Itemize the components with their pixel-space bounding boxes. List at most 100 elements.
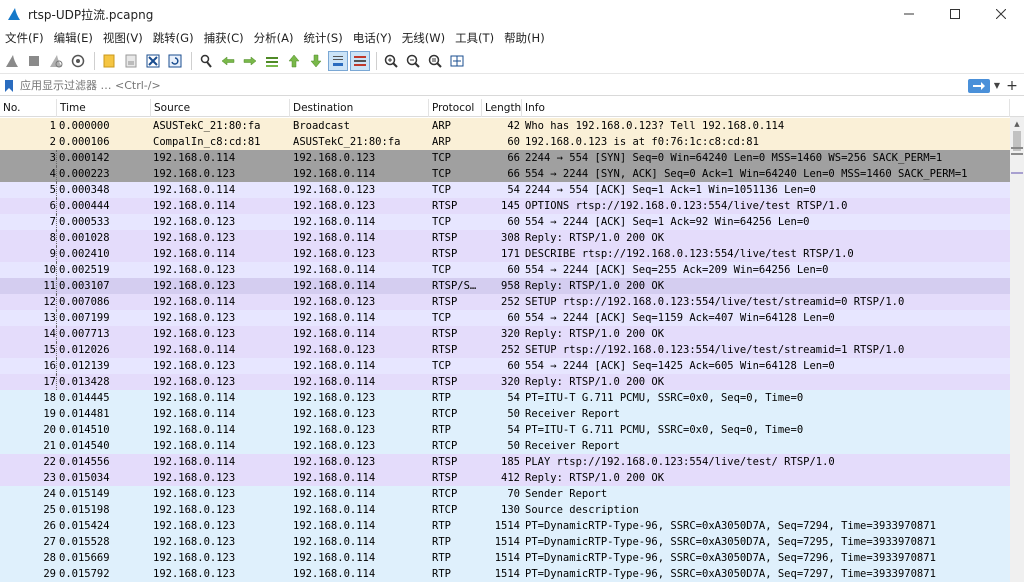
packet-number-cell: 13 <box>43 312 56 324</box>
packet-time-cell: 0.014510 <box>59 424 110 436</box>
packet-row[interactable]: 25 0.015198 192.168.0.123 192.168.0.114 RTCP… <box>0 502 1010 518</box>
capture-options-button[interactable] <box>68 51 88 71</box>
minimize-button[interactable] <box>886 0 932 28</box>
zoom-in-button[interactable] <box>381 51 401 71</box>
colorize-button[interactable] <box>350 50 370 71</box>
packet-row[interactable]: 12 0.007086 192.168.0.114 192.168.0.123 RTSP… <box>0 294 1010 310</box>
vertical-scrollbar[interactable]: ▲ <box>1010 117 1024 582</box>
packet-row[interactable]: 2 0.000106 CompalIn_c8:cd:81 ASUSTekC_21:80… <box>0 134 1010 150</box>
related-packet-line <box>56 278 57 294</box>
start-capture-button[interactable] <box>2 51 22 71</box>
packet-row[interactable]: 9 0.002410 192.168.0.114 192.168.0.123 RTSP 1… <box>0 246 1010 262</box>
restart-fin-icon <box>50 54 63 67</box>
menu-analyze[interactable]: 分析(A) <box>251 28 301 48</box>
add-filter-button[interactable]: + <box>1004 77 1020 95</box>
resize-columns-button[interactable] <box>447 51 467 71</box>
column-header-source[interactable]: Source <box>151 99 290 117</box>
window-title: rtsp-UDP拉流.pcapng <box>28 7 154 22</box>
packet-row[interactable]: 29 0.015792 192.168.0.123 192.168.0.114 RTP 1… <box>0 566 1010 582</box>
find-packet-icon <box>200 54 212 68</box>
menu-help[interactable]: 帮助(H) <box>501 28 552 48</box>
packet-row[interactable]: 26 0.015424 192.168.0.123 192.168.0.114 RTP 1… <box>0 518 1010 534</box>
packet-row[interactable]: 4 0.000223 192.168.0.123 192.168.0.114 TCP 66… <box>0 166 1010 182</box>
packet-row[interactable]: 15 0.012026 192.168.0.114 192.168.0.123 RTSP… <box>0 342 1010 358</box>
stop-capture-button[interactable] <box>24 51 44 71</box>
column-header-length[interactable]: Length <box>482 99 522 117</box>
packet-info-cell: PLAY rtsp://192.168.0.123:554/live/test/… <box>525 456 835 468</box>
menu-wireless[interactable]: 无线(W) <box>399 28 452 48</box>
close-button[interactable] <box>978 0 1024 28</box>
packet-row[interactable]: 21 0.014540 192.168.0.114 192.168.0.123 RTCP… <box>0 438 1010 454</box>
display-filter-input[interactable] <box>16 76 956 95</box>
close-file-button[interactable] <box>143 51 163 71</box>
packet-row[interactable]: 8 0.001028 192.168.0.123 192.168.0.114 RTSP 3… <box>0 230 1010 246</box>
packet-row[interactable]: 6 0.000444 192.168.0.114 192.168.0.123 RTSP 1… <box>0 198 1010 214</box>
packet-destination-cell: 192.168.0.123 <box>293 424 376 436</box>
column-header-destination[interactable]: Destination <box>290 99 429 117</box>
save-file-button[interactable] <box>121 51 141 71</box>
packet-row[interactable]: 11 0.003107 192.168.0.123 192.168.0.114 RTSP… <box>0 278 1010 294</box>
packet-row[interactable]: 3 0.000142 192.168.0.114 192.168.0.123 TCP 66… <box>0 150 1010 166</box>
packet-info-cell: PT=DynamicRTP-Type-96, SSRC=0xA3050D7A, … <box>525 568 936 580</box>
column-header-time[interactable]: Time <box>57 99 151 117</box>
related-packet-indicator <box>54 214 60 230</box>
apply-filter-button[interactable] <box>968 78 990 93</box>
packet-row[interactable]: 28 0.015669 192.168.0.123 192.168.0.114 RTP 1… <box>0 550 1010 566</box>
packet-row[interactable]: 13 0.007199 192.168.0.123 192.168.0.114 TCP 6… <box>0 310 1010 326</box>
zoom-normal-button[interactable] <box>425 51 445 71</box>
packet-row[interactable]: 27 0.015528 192.168.0.123 192.168.0.114 RTP 1… <box>0 534 1010 550</box>
packet-source-cell: 192.168.0.114 <box>153 408 236 420</box>
go-last-button[interactable] <box>306 51 326 71</box>
packet-info-cell: 2244 → 554 [SYN] Seq=0 Win=64240 Len=0 M… <box>525 152 943 164</box>
packet-row[interactable]: 5 0.000348 192.168.0.114 192.168.0.123 TCP 54… <box>0 182 1010 198</box>
packet-row[interactable]: 16 0.012139 192.168.0.123 192.168.0.114 TCP 6… <box>0 358 1010 374</box>
packet-row[interactable]: 22 0.014556 192.168.0.114 192.168.0.123 RTSP… <box>0 454 1010 470</box>
packet-row[interactable]: 10 0.002519 192.168.0.123 192.168.0.114 TCP 6… <box>0 262 1010 278</box>
auto-scroll-icon <box>333 55 343 66</box>
packet-row[interactable]: 1 0.000000 ASUSTekC_21:80:fa Broadcast ARP 42… <box>0 118 1010 134</box>
zoom-out-button[interactable] <box>403 51 423 71</box>
packet-row[interactable]: 24 0.015149 192.168.0.123 192.168.0.114 RTCP… <box>0 486 1010 502</box>
column-header-info[interactable]: Info <box>522 99 1010 117</box>
packet-time-cell: 0.000348 <box>59 184 110 196</box>
restart-capture-button[interactable] <box>46 51 66 71</box>
packet-info-cell: Sender Report <box>525 488 608 500</box>
menu-bar: 文件(F) 编辑(E) 视图(V) 跳转(G) 捕获(C) 分析(A) 统计(S… <box>0 28 1024 48</box>
menu-tools[interactable]: 工具(T) <box>452 28 501 48</box>
auto-scroll-button[interactable] <box>328 50 348 71</box>
column-header-no[interactable]: No. <box>0 99 57 117</box>
toolbar-separator <box>376 51 377 70</box>
packet-source-cell: 192.168.0.123 <box>153 312 236 324</box>
menu-edit[interactable]: 编辑(E) <box>51 28 100 48</box>
menu-view[interactable]: 视图(V) <box>100 28 150 48</box>
packet-row[interactable]: 18 0.014445 192.168.0.114 192.168.0.123 RTP 5… <box>0 390 1010 406</box>
packet-row[interactable]: 19 0.014481 192.168.0.114 192.168.0.123 RTCP… <box>0 406 1010 422</box>
packet-time-cell: 0.001028 <box>59 232 110 244</box>
menu-file[interactable]: 文件(F) <box>2 28 51 48</box>
menu-telephony[interactable]: 电话(Y) <box>350 28 399 48</box>
go-to-packet-button[interactable] <box>262 51 282 71</box>
open-file-button[interactable] <box>99 51 119 71</box>
find-packet-button[interactable] <box>196 51 216 71</box>
packet-number-cell: 9 <box>49 248 56 260</box>
reload-file-button[interactable] <box>165 51 185 71</box>
packet-row[interactable]: 23 0.015034 192.168.0.123 192.168.0.114 RTSP… <box>0 470 1010 486</box>
filter-bookmark-button[interactable] <box>2 77 16 95</box>
stop-square-icon <box>29 55 39 66</box>
go-first-button[interactable] <box>284 51 304 71</box>
menu-go[interactable]: 跳转(G) <box>150 28 201 48</box>
packet-row[interactable]: 17 0.013428 192.168.0.123 192.168.0.114 RTSP… <box>0 374 1010 390</box>
save-file-icon <box>125 54 137 67</box>
maximize-button[interactable] <box>932 0 978 28</box>
packet-row[interactable]: 20 0.014510 192.168.0.114 192.168.0.123 RTP 5… <box>0 422 1010 438</box>
packet-length-cell: 50 <box>507 408 520 420</box>
filter-history-dropdown[interactable]: ▼ <box>990 77 1004 95</box>
column-header-protocol[interactable]: Protocol <box>429 99 482 117</box>
packet-row[interactable]: 7 0.000533 192.168.0.123 192.168.0.114 TCP 60… <box>0 214 1010 230</box>
packet-row[interactable]: 14 0.007713 192.168.0.123 192.168.0.114 RTSP… <box>0 326 1010 342</box>
scroll-up-arrow-icon[interactable]: ▲ <box>1010 117 1024 131</box>
menu-statistics[interactable]: 统计(S) <box>300 28 349 48</box>
menu-capture[interactable]: 捕获(C) <box>201 28 251 48</box>
go-forward-button[interactable] <box>240 51 260 71</box>
go-back-button[interactable] <box>218 51 238 71</box>
